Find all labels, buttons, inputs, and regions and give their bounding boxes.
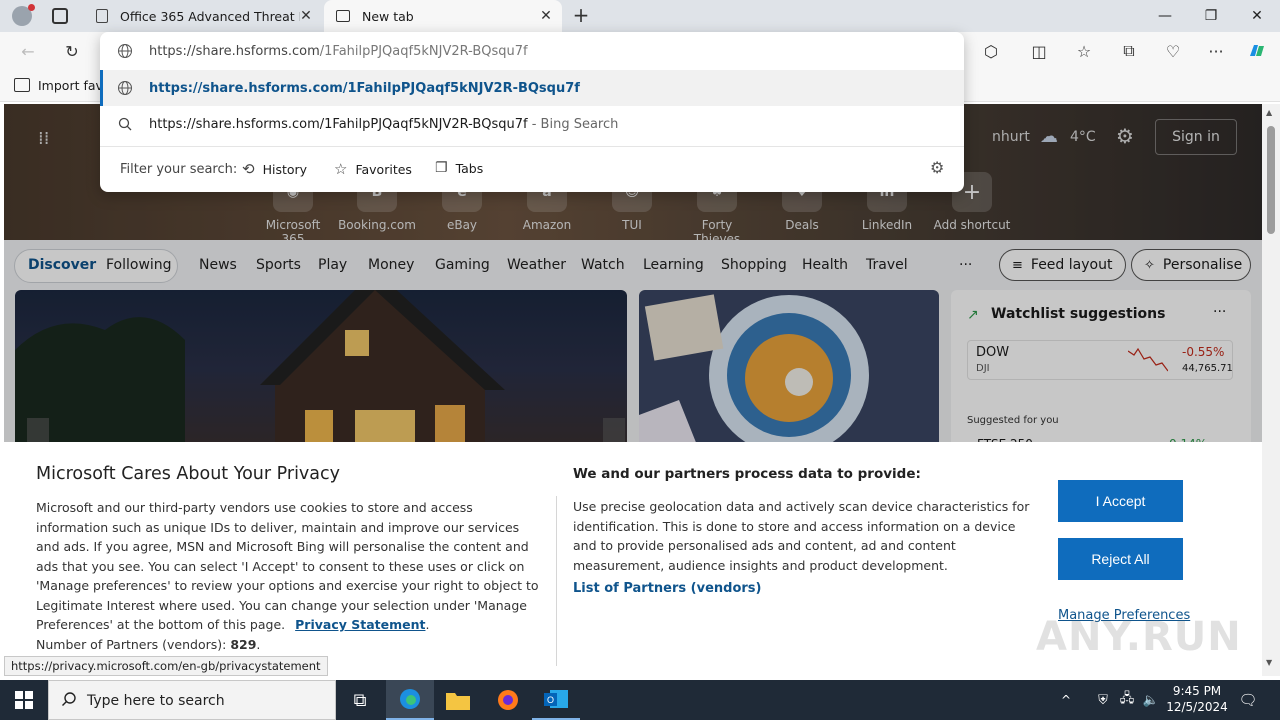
accept-button[interactable]: I Accept [1058, 480, 1183, 522]
suggestion-search-row[interactable]: https://share.hsforms.com/1FahilpPJQaqf5… [100, 106, 964, 142]
tab-strip: Office 365 Advanced Threat Prote ✕ New t… [0, 0, 1280, 32]
tab-office365[interactable]: Office 365 Advanced Threat Prote ✕ [86, 0, 322, 32]
volume-icon[interactable]: 🔈 [1140, 680, 1162, 720]
status-bar-url: https://privacy.microsoft.com/en-gb/priv… [4, 656, 328, 676]
page-scrollbar[interactable]: ▲ ▼ [1262, 104, 1280, 676]
vertical-divider [556, 496, 557, 666]
close-window-button[interactable]: ✕ [1234, 0, 1280, 32]
filter-tabs[interactable]: ❐ Tabs [435, 160, 483, 176]
edge-taskbar-icon[interactable] [386, 680, 434, 720]
clock-date: 12/5/2024 [1166, 700, 1228, 714]
search-icon [61, 691, 77, 711]
tab-title: Office 365 Advanced Threat Prote [120, 8, 300, 24]
scroll-thumb[interactable] [1267, 126, 1275, 234]
globe-icon [116, 42, 134, 60]
extensions-icon[interactable]: ⬡ [980, 40, 1002, 62]
filter-row: Filter your search: ⟲ History ☆ Favorite… [100, 156, 964, 182]
network-icon[interactable]: 🖧 [1116, 680, 1138, 720]
period: . [256, 636, 261, 652]
data-purposes-body: Use precise geolocation data and activel… [573, 499, 1030, 573]
suggestion-url: https://share.hsforms.com/1FahilpPJQaqf5… [149, 80, 580, 96]
task-view-icon[interactable]: ⧉ [336, 680, 384, 720]
privacy-body-text: Microsoft and our third-party vendors us… [36, 500, 539, 632]
close-tab-icon[interactable]: ✕ [298, 8, 314, 24]
security-tray-icon[interactable]: ⛨ [1092, 680, 1114, 720]
filter-tabs-label: Tabs [455, 160, 484, 176]
search-query: https://share.hsforms.com/1FahilpPJQaqf5… [149, 116, 528, 132]
clock-time: 9:45 PM [1172, 684, 1222, 698]
address-path: /1FahilpPJQaqf5kNJV2R-BQsqu7f [319, 43, 528, 59]
partners-label: Number of Partners (vendors): [36, 636, 227, 652]
address-bar-dropdown: https://share.hsforms.com/1FahilpPJQaqf5… [100, 32, 964, 192]
globe-icon [116, 79, 134, 97]
windows-logo-icon [15, 691, 33, 709]
tabs-icon: ❐ [435, 160, 448, 176]
search-engine-suffix: - Bing Search [527, 116, 619, 132]
profile-avatar[interactable] [12, 4, 35, 26]
maximize-button[interactable]: ❐ [1188, 0, 1234, 32]
svg-text:O: O [547, 695, 554, 705]
search-icon [116, 115, 134, 133]
favorites-star-icon[interactable]: ☆ [1073, 40, 1095, 62]
filter-history-label: History [262, 161, 308, 177]
filter-favorites[interactable]: ☆ Favorites [334, 160, 412, 178]
back-icon[interactable]: ← [17, 40, 39, 62]
period: . [425, 617, 430, 632]
more-menu-icon[interactable]: ··· [1205, 40, 1227, 62]
close-tab-icon[interactable]: ✕ [538, 8, 554, 24]
browser-essentials-icon[interactable]: ♡ [1162, 40, 1184, 62]
scroll-up-arrow[interactable]: ▲ [1266, 108, 1272, 117]
windows-taskbar: Type here to search ⧉ O ^ ⛨ 🖧 🔈 9:45 PM … [0, 680, 1280, 720]
firefox-icon[interactable] [484, 680, 532, 720]
notification-icon[interactable]: 🗨 [1236, 680, 1260, 720]
outlook-icon[interactable]: O [532, 680, 580, 720]
reject-all-button[interactable]: Reject All [1058, 538, 1183, 580]
filter-history[interactable]: ⟲ History [242, 160, 307, 178]
star-icon: ☆ [334, 160, 348, 178]
privacy-statement-link[interactable]: Privacy Statement [295, 617, 425, 632]
address-host: https://share.hsforms.com [149, 43, 320, 59]
taskbar-search-placeholder: Type here to search [87, 693, 225, 709]
address-input[interactable]: https://share.hsforms.com/1FahilpPJQaqf5… [100, 33, 964, 69]
vendors-link[interactable]: List of Partners (vendors) [573, 581, 761, 596]
minimize-button[interactable]: — [1142, 0, 1188, 32]
partners-count: 829 [230, 636, 257, 652]
divider [100, 146, 964, 147]
refresh-icon[interactable]: ↻ [61, 40, 83, 62]
show-hidden-icons[interactable]: ^ [1054, 680, 1078, 720]
new-tab-button[interactable]: + [570, 4, 592, 26]
scroll-down-arrow[interactable]: ▼ [1266, 658, 1272, 667]
file-explorer-icon[interactable] [434, 680, 482, 720]
suggestion-url-row[interactable]: https://share.hsforms.com/1FahilpPJQaqf5… [100, 70, 964, 106]
page-icon [96, 9, 108, 23]
clock[interactable]: 9:45 PM 12/5/2024 [1166, 683, 1228, 715]
collections-icon[interactable]: ⧉ [1118, 40, 1140, 62]
tab-new-tab[interactable]: New tab ✕ [324, 0, 562, 32]
search-settings-gear-icon[interactable]: ⚙ [930, 158, 944, 177]
tab-actions-icon[interactable] [52, 8, 68, 24]
history-icon: ⟲ [242, 160, 255, 178]
tab-title: New tab [362, 8, 414, 24]
data-purposes-title: We and our partners process data to prov… [573, 466, 921, 482]
new-tab-page-icon [336, 10, 350, 22]
taskbar-search-box[interactable]: Type here to search [48, 680, 336, 720]
suggestion-search: https://share.hsforms.com/1FahilpPJQaqf5… [149, 117, 618, 132]
filter-label: Filter your search: [120, 162, 238, 177]
watermark: ANY.RUN [1036, 614, 1242, 660]
privacy-title: Microsoft Cares About Your Privacy [36, 464, 340, 484]
split-screen-icon[interactable]: ◫ [1028, 40, 1050, 62]
privacy-body: Microsoft and our third-party vendors us… [36, 498, 544, 654]
start-button[interactable] [0, 680, 48, 720]
address-text: https://share.hsforms.com/1FahilpPJQaqf5… [149, 44, 528, 59]
privacy-consent-banner: Microsoft Cares About Your Privacy Micro… [4, 442, 1262, 676]
filter-favorites-label: Favorites [355, 161, 412, 177]
copilot-icon[interactable] [1246, 40, 1268, 62]
import-icon [14, 78, 30, 92]
